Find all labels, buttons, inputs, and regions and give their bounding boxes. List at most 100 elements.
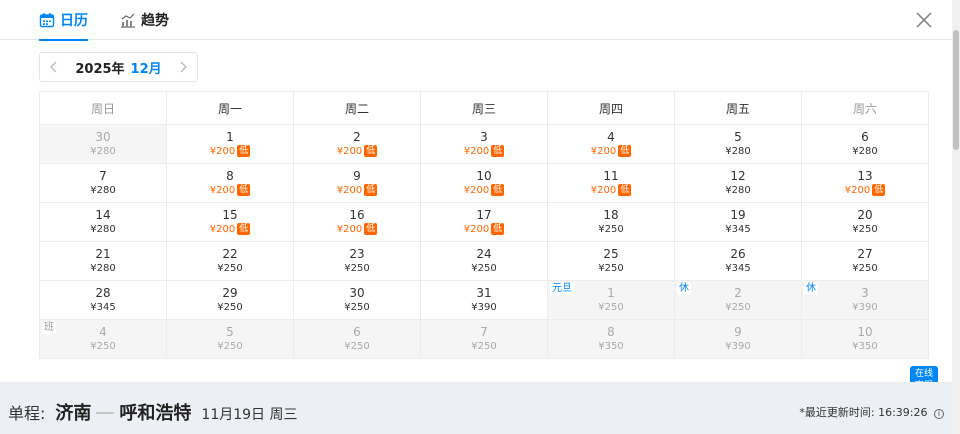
service-label-line1: 在线 <box>914 369 933 379</box>
calendar-day-cell[interactable]: 11 ¥200 低 <box>547 163 675 203</box>
calendar-day-cell[interactable]: 31 ¥390 <box>420 280 548 320</box>
calendar-day-cell[interactable]: 23 ¥250 <box>293 241 421 281</box>
calendar-icon <box>39 13 55 28</box>
day-price: ¥250 <box>471 341 497 352</box>
day-price: ¥200 <box>209 146 236 157</box>
calendar-day-cell[interactable]: 13 ¥200 低 <box>801 163 929 203</box>
calendar-day-cell[interactable]: 7 ¥280 <box>39 163 167 203</box>
calendar-day-cell[interactable]: 28 ¥345 <box>39 280 167 320</box>
day-number: 11 <box>603 169 619 183</box>
calendar-week-row: 30 ¥280 1 ¥200 低 2 ¥200 低 3 ¥200 低 4 ¥200 低 5 ¥280 6 ¥280 <box>39 124 929 164</box>
calendar-day-cell[interactable]: 22 ¥250 <box>166 241 294 281</box>
calendar-day-cell[interactable]: 29 ¥250 <box>166 280 294 320</box>
calendar-day-cell[interactable]: 25 ¥250 <box>547 241 675 281</box>
calendar-day-cell[interactable]: 9 ¥200 低 <box>293 163 421 203</box>
last-update-text: *最近更新时间: 16:39:26 <box>799 406 928 419</box>
day-price: ¥200 <box>336 224 363 235</box>
day-price-row: ¥390 <box>802 301 928 314</box>
day-number: 2 <box>353 130 361 144</box>
day-price: ¥280 <box>90 146 116 157</box>
calendar-day-cell[interactable]: 6 ¥280 <box>801 124 929 164</box>
weekday-header: 周三 <box>420 91 548 125</box>
calendar-day-cell[interactable]: 4 ¥200 低 <box>547 124 675 164</box>
calendar-week-row: 7 ¥280 8 ¥200 低 9 ¥200 低 10 ¥200 低 11 ¥200 低 12 ¥280 13 ¥… <box>39 163 929 203</box>
close-icon[interactable] <box>912 8 936 32</box>
calendar-day-cell[interactable]: 3 ¥200 低 <box>420 124 548 164</box>
day-price: ¥250 <box>344 263 370 274</box>
day-price: ¥250 <box>852 263 878 274</box>
prev-month-button[interactable] <box>40 53 68 81</box>
calendar-day-cell[interactable]: 18 ¥250 <box>547 202 675 242</box>
low-price-badge: 低 <box>364 184 378 196</box>
calendar-day-cell[interactable]: 休 3 ¥390 <box>801 280 929 320</box>
day-number: 4 <box>99 325 107 339</box>
calendar-day-cell[interactable]: 休 2 ¥250 <box>674 280 802 320</box>
day-price: ¥280 <box>90 224 116 235</box>
last-update: *最近更新时间: 16:39:26 i <box>799 404 944 420</box>
calendar-day-cell[interactable]: 19 ¥345 <box>674 202 802 242</box>
calendar-day-cell[interactable]: 10 ¥350 <box>801 319 929 359</box>
calendar-day-cell[interactable]: 8 ¥350 <box>547 319 675 359</box>
calendar-day-cell[interactable]: 16 ¥200 低 <box>293 202 421 242</box>
calendar-day-cell[interactable]: 15 ¥200 低 <box>166 202 294 242</box>
calendar-day-cell[interactable]: 12 ¥280 <box>674 163 802 203</box>
calendar-day-cell[interactable]: 30 ¥250 <box>293 280 421 320</box>
day-price: ¥200 <box>590 185 617 196</box>
calendar-day-cell[interactable]: 元旦 1 ¥250 <box>547 280 675 320</box>
day-price-row: ¥200 低 <box>421 223 547 236</box>
calendar-day-cell[interactable]: 17 ¥200 低 <box>420 202 548 242</box>
day-price: ¥250 <box>217 341 243 352</box>
calendar-day-cell[interactable]: 20 ¥250 <box>801 202 929 242</box>
calendar-day-cell[interactable]: 8 ¥200 低 <box>166 163 294 203</box>
next-month-button[interactable] <box>169 53 197 81</box>
day-price: ¥200 <box>590 146 617 157</box>
low-price-badge: 低 <box>491 223 505 235</box>
day-price: ¥200 <box>209 224 236 235</box>
tab-trend-label: 趋势 <box>141 13 169 29</box>
calendar-day-cell[interactable]: 10 ¥200 低 <box>420 163 548 203</box>
calendar-day-cell[interactable]: 7 ¥250 <box>420 319 548 359</box>
calendar-day-cell[interactable]: 14 ¥280 <box>39 202 167 242</box>
day-number: 20 <box>857 208 873 222</box>
calendar-day-cell[interactable]: 27 ¥250 <box>801 241 929 281</box>
calendar-day-cell[interactable]: 21 ¥280 <box>39 241 167 281</box>
scrollbar-thumb[interactable] <box>953 30 959 150</box>
day-price: ¥200 <box>463 224 490 235</box>
calendar-day-cell[interactable]: 2 ¥200 低 <box>293 124 421 164</box>
departure-date: 11月19日 周三 <box>201 407 298 423</box>
weekday-header: 周日 <box>39 91 167 125</box>
calendar-day-cell[interactable]: 5 ¥280 <box>674 124 802 164</box>
calendar-day-cell[interactable]: 班 4 ¥250 <box>39 319 167 359</box>
calendar-day-cell[interactable]: 6 ¥250 <box>293 319 421 359</box>
calendar-day-cell[interactable]: 30 ¥280 <box>39 124 167 164</box>
day-price-row: ¥345 <box>675 262 801 275</box>
route-arrow-icon <box>96 412 115 414</box>
day-price: ¥390 <box>471 302 497 313</box>
calendar-day-cell[interactable]: 24 ¥250 <box>420 241 548 281</box>
origin-city: 济南 <box>55 403 92 424</box>
info-icon[interactable]: i <box>934 409 944 419</box>
day-price: ¥280 <box>852 146 878 157</box>
scrollbar[interactable] <box>952 0 960 434</box>
calendar-day-cell[interactable]: 5 ¥250 <box>166 319 294 359</box>
day-price-row: ¥250 <box>40 340 166 353</box>
day-price: ¥200 <box>209 185 236 196</box>
calendar-day-cell[interactable]: 1 ¥200 低 <box>166 124 294 164</box>
day-price-row: ¥250 <box>167 262 293 275</box>
day-price: ¥250 <box>598 224 624 235</box>
day-price: ¥200 <box>844 185 871 196</box>
calendar-day-cell[interactable]: 26 ¥345 <box>674 241 802 281</box>
tab-trend[interactable]: 趋势 <box>120 0 169 40</box>
day-price-row: ¥350 <box>548 340 674 353</box>
day-number: 29 <box>222 286 238 300</box>
day-price-row: ¥250 <box>294 340 420 353</box>
day-price-row: ¥200 低 <box>802 184 928 197</box>
day-price: ¥350 <box>598 341 624 352</box>
holiday-tag: 元旦 <box>550 283 574 295</box>
day-price-row: ¥280 <box>802 145 928 158</box>
day-number: 30 <box>95 130 111 144</box>
route-info: 单程: 济南 呼和浩特 11月19日 周三 <box>8 399 298 425</box>
day-number: 15 <box>222 208 238 222</box>
calendar-day-cell[interactable]: 9 ¥390 <box>674 319 802 359</box>
tab-calendar[interactable]: 日历 <box>39 0 88 41</box>
